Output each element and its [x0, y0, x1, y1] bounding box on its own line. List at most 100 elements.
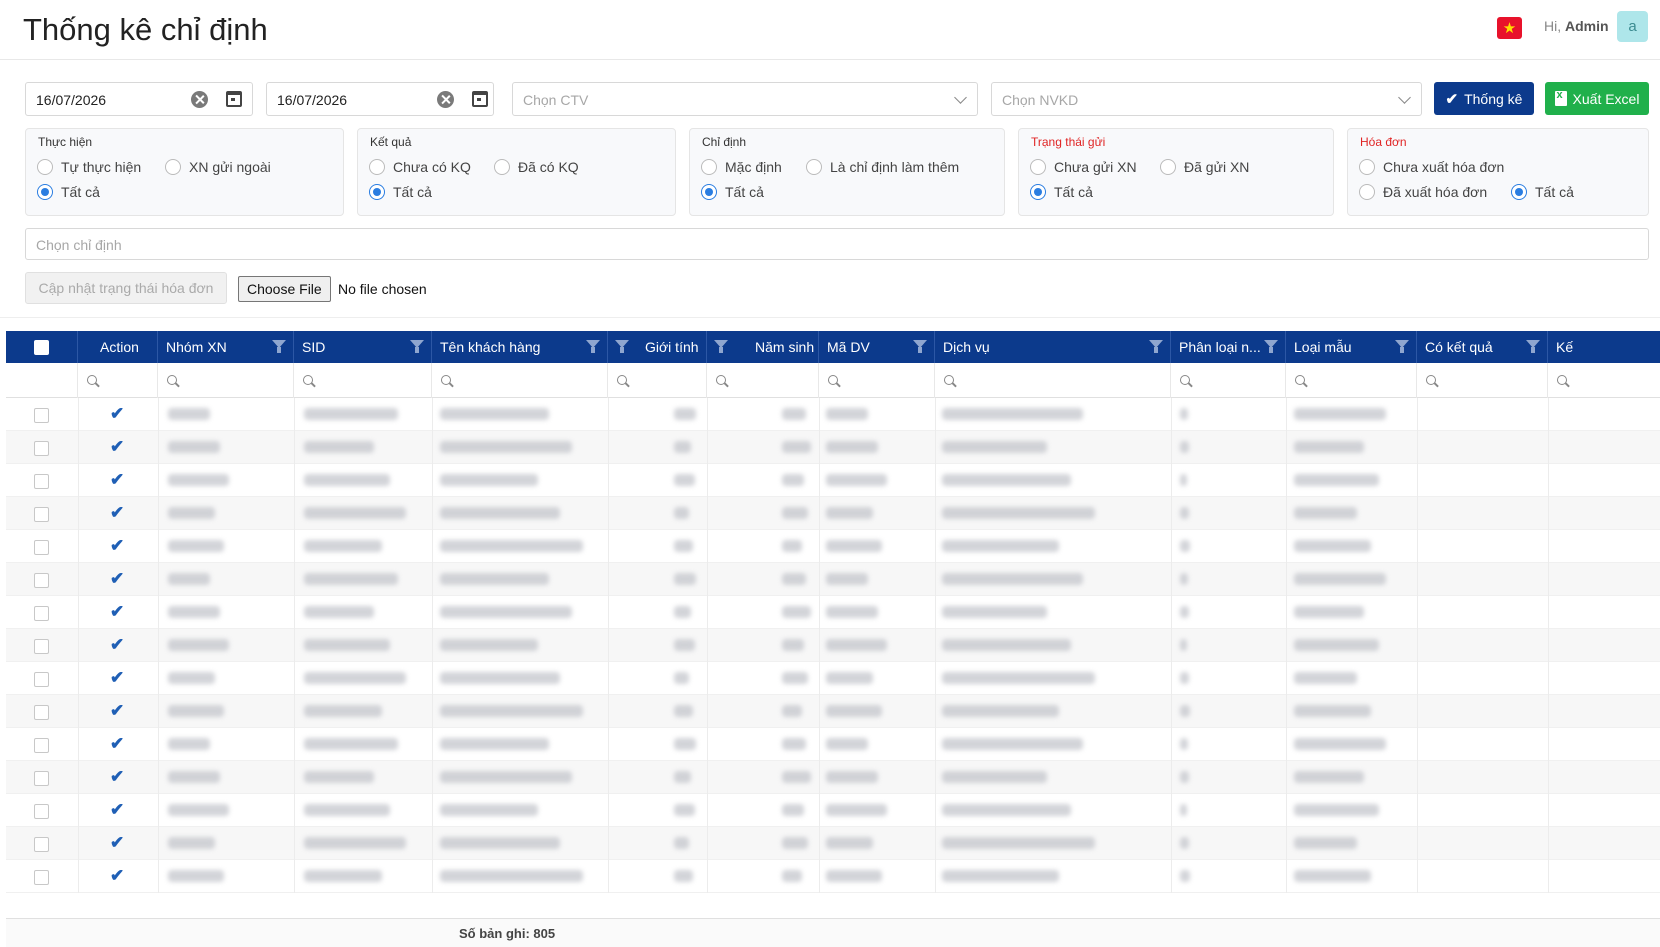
search-cell-sid[interactable]: [294, 363, 432, 398]
radio-circle[interactable]: [37, 159, 53, 175]
table-row[interactable]: ✔: [6, 794, 1660, 827]
radio-circle[interactable]: [1030, 184, 1046, 200]
row-checkbox[interactable]: [34, 738, 49, 753]
check-icon[interactable]: ✔: [110, 668, 124, 688]
radio-xn-gui-ngoai[interactable]: XN gửi ngoài: [165, 159, 271, 175]
check-icon[interactable]: ✔: [110, 701, 124, 721]
check-icon[interactable]: ✔: [110, 635, 124, 655]
search-cell-nhom-xn[interactable]: [158, 363, 294, 398]
search-cell-ket[interactable]: [1548, 363, 1660, 398]
calendar-icon[interactable]: [472, 91, 488, 107]
search-cell-co-ket-qua[interactable]: [1417, 363, 1548, 398]
radio-circle[interactable]: [701, 159, 717, 175]
column-header-ten-khach-hang[interactable]: Tên khách hàng: [432, 331, 608, 363]
chi-dinh-select[interactable]: Chọn chỉ định: [25, 228, 1649, 260]
column-header-ket[interactable]: Kế: [1548, 331, 1660, 363]
row-checkbox[interactable]: [34, 672, 49, 687]
filter-icon[interactable]: [714, 340, 728, 353]
radio-circle[interactable]: [165, 159, 181, 175]
radio-tat-ca[interactable]: Tất cả: [1511, 184, 1574, 200]
radio-circle[interactable]: [1359, 184, 1375, 200]
search-cell-dich-vu[interactable]: [935, 363, 1171, 398]
check-icon[interactable]: ✔: [110, 833, 124, 853]
column-header-dich-vu[interactable]: Dịch vụ: [935, 331, 1171, 363]
table-row[interactable]: ✔: [6, 596, 1660, 629]
radio-tat-ca[interactable]: Tất cả: [37, 184, 100, 200]
check-icon[interactable]: ✔: [110, 767, 124, 787]
column-header-phan-loai[interactable]: Phân loại n...: [1171, 331, 1286, 363]
nvkd-select[interactable]: Chọn NVKD: [991, 82, 1422, 116]
row-checkbox[interactable]: [34, 705, 49, 720]
radio-chua-gui-xn[interactable]: Chưa gửi XN: [1030, 159, 1137, 175]
table-row[interactable]: ✔: [6, 464, 1660, 497]
table-row[interactable]: ✔: [6, 629, 1660, 662]
radio-tat-ca[interactable]: Tất cả: [1030, 184, 1093, 200]
check-icon[interactable]: ✔: [110, 404, 124, 424]
column-header-nhom-xn[interactable]: Nhóm XN: [158, 331, 294, 363]
search-cell-phan-loai[interactable]: [1171, 363, 1286, 398]
row-checkbox[interactable]: [34, 771, 49, 786]
stats-button[interactable]: ✔ Thống kê: [1434, 82, 1534, 115]
table-row[interactable]: ✔: [6, 662, 1660, 695]
table-row[interactable]: ✔: [6, 695, 1660, 728]
row-checkbox[interactable]: [34, 573, 49, 588]
check-icon[interactable]: ✔: [110, 437, 124, 457]
filter-icon[interactable]: [1149, 340, 1163, 353]
row-checkbox[interactable]: [34, 408, 49, 423]
filter-icon[interactable]: [410, 340, 424, 353]
radio-chi-dinh-lam-them[interactable]: Là chỉ định làm thêm: [806, 159, 959, 175]
column-header-gioi-tinh[interactable]: Giới tính: [608, 331, 707, 363]
radio-circle[interactable]: [701, 184, 717, 200]
filter-icon[interactable]: [1526, 340, 1540, 353]
table-row[interactable]: ✔: [6, 497, 1660, 530]
radio-chua-xuat-hoa-don[interactable]: Chưa xuất hóa đơn: [1359, 159, 1504, 175]
row-checkbox[interactable]: [34, 474, 49, 489]
ctv-select[interactable]: Chọn CTV: [512, 82, 978, 116]
check-icon[interactable]: ✔: [110, 470, 124, 490]
search-cell-action[interactable]: [78, 363, 158, 398]
clear-icon[interactable]: [437, 91, 454, 108]
radio-circle[interactable]: [37, 184, 53, 200]
table-row[interactable]: ✔: [6, 530, 1660, 563]
row-checkbox[interactable]: [34, 441, 49, 456]
radio-chua-co-kq[interactable]: Chưa có KQ: [369, 159, 471, 175]
row-checkbox[interactable]: [34, 606, 49, 621]
search-cell-ma-dv[interactable]: [819, 363, 935, 398]
filter-icon[interactable]: [615, 340, 629, 353]
table-row[interactable]: ✔: [6, 563, 1660, 596]
to-date-field[interactable]: 16/07/2026: [266, 82, 494, 116]
table-row[interactable]: ✔: [6, 827, 1660, 860]
radio-mac-dinh[interactable]: Mặc định: [701, 159, 782, 175]
row-checkbox[interactable]: [34, 507, 49, 522]
update-invoice-status-button[interactable]: Cập nhật trạng thái hóa đơn: [25, 272, 227, 304]
filter-icon[interactable]: [1395, 340, 1409, 353]
radio-circle[interactable]: [1160, 159, 1176, 175]
check-icon[interactable]: ✔: [110, 503, 124, 523]
column-header-ma-dv[interactable]: Mã DV: [819, 331, 935, 363]
search-cell-ten-khach-hang[interactable]: [432, 363, 608, 398]
radio-circle[interactable]: [369, 159, 385, 175]
check-icon[interactable]: ✔: [110, 602, 124, 622]
search-cell-loai-mau[interactable]: [1286, 363, 1417, 398]
search-cell-gioi-tinh[interactable]: [608, 363, 707, 398]
column-header-nam-sinh[interactable]: Năm sinh: [707, 331, 819, 363]
filter-icon[interactable]: [272, 340, 286, 353]
table-row[interactable]: ✔: [6, 860, 1660, 893]
filter-icon[interactable]: [913, 340, 927, 353]
radio-da-gui-xn[interactable]: Đã gửi XN: [1160, 159, 1249, 175]
radio-tat-ca[interactable]: Tất cả: [369, 184, 432, 200]
radio-circle[interactable]: [806, 159, 822, 175]
radio-circle[interactable]: [1359, 159, 1375, 175]
clear-icon[interactable]: [191, 91, 208, 108]
radio-circle[interactable]: [1511, 184, 1527, 200]
row-checkbox[interactable]: [34, 837, 49, 852]
radio-tat-ca[interactable]: Tất cả: [701, 184, 764, 200]
check-icon[interactable]: ✔: [110, 569, 124, 589]
table-row[interactable]: ✔: [6, 728, 1660, 761]
check-icon[interactable]: ✔: [110, 734, 124, 754]
radio-da-xuat-hoa-don[interactable]: Đã xuất hóa đơn: [1359, 184, 1487, 200]
row-checkbox[interactable]: [34, 540, 49, 555]
row-checkbox[interactable]: [34, 804, 49, 819]
from-date-field[interactable]: 16/07/2026: [25, 82, 253, 116]
check-icon[interactable]: ✔: [110, 536, 124, 556]
